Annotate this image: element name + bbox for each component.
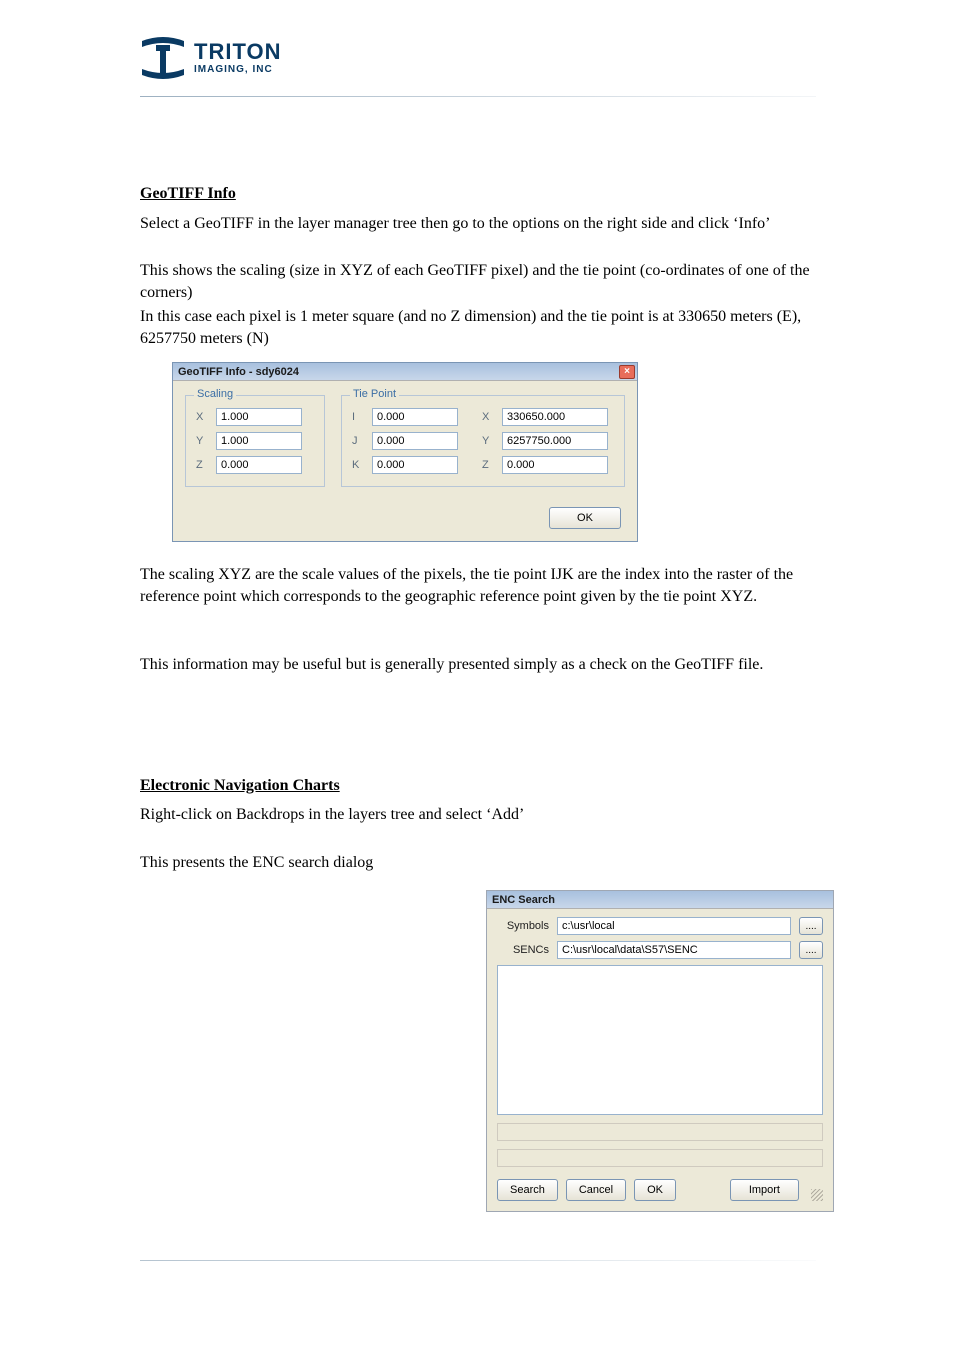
- scaling-group: Scaling X Y Z: [185, 395, 325, 487]
- enc-sencs-label: SENCs: [497, 944, 549, 956]
- para-enc-2: This presents the ENC search dialog: [140, 852, 820, 874]
- tiepoint-row-j: J: [352, 432, 458, 450]
- para-geotiff-3: In this case each pixel is 1 meter squar…: [140, 306, 820, 349]
- scaling-z-input[interactable]: [216, 456, 302, 474]
- heading-geotiff-info: GeoTIFF Info: [140, 183, 236, 205]
- enc-status-field-1: [497, 1123, 823, 1141]
- tiepoint-x-input[interactable]: [502, 408, 608, 426]
- enc-symbols-row: Symbols ....: [497, 917, 823, 935]
- scaling-x-input[interactable]: [216, 408, 302, 426]
- label-x2: X: [482, 411, 494, 423]
- para-geotiff-2: This shows the scaling (size in XYZ of e…: [140, 260, 820, 303]
- label-x: X: [196, 411, 208, 423]
- enc-titlebar: ENC Search: [487, 891, 833, 909]
- logo-line2: IMAGING, INC: [194, 65, 281, 75]
- logo-line1: TRITON: [194, 41, 281, 63]
- tiepoint-row-x: X: [482, 408, 608, 426]
- label-k: K: [352, 459, 364, 471]
- geotiff-titlebar: GeoTIFF Info - sdy6024 ×: [173, 363, 637, 381]
- tiepoint-y-input[interactable]: [502, 432, 608, 450]
- enc-cancel-button[interactable]: Cancel: [566, 1179, 626, 1201]
- enc-import-button[interactable]: Import: [730, 1179, 799, 1201]
- geotiff-title: GeoTIFF Info - sdy6024: [175, 366, 299, 378]
- tiepoint-i-input[interactable]: [372, 408, 458, 426]
- label-z: Z: [196, 459, 208, 471]
- enc-sencs-row: SENCs ....: [497, 941, 823, 959]
- tiepoint-row-i: I: [352, 408, 458, 426]
- heading-enc: Electronic Navigation Charts: [140, 775, 340, 797]
- tiepoint-row-z: Z: [482, 456, 608, 474]
- enc-title: ENC Search: [492, 894, 555, 906]
- enc-symbols-label: Symbols: [497, 920, 549, 932]
- label-z2: Z: [482, 459, 494, 471]
- footer-divider: [140, 1260, 816, 1261]
- close-icon[interactable]: ×: [619, 365, 635, 379]
- enc-results-list[interactable]: [497, 965, 823, 1115]
- geotiff-ok-button[interactable]: OK: [549, 507, 621, 529]
- enc-search-dialog: ENC Search Symbols .... SENCs .... Searc…: [486, 890, 834, 1212]
- tiepoint-legend: Tie Point: [350, 388, 399, 400]
- scaling-row-x: X: [196, 408, 302, 426]
- enc-symbols-browse-button[interactable]: ....: [799, 917, 823, 935]
- tiepoint-k-input[interactable]: [372, 456, 458, 474]
- enc-status-field-2: [497, 1149, 823, 1167]
- label-j: J: [352, 435, 364, 447]
- logo-text: TRITON IMAGING, INC: [194, 41, 281, 75]
- para-geotiff-1: Select a GeoTIFF in the layer manager tr…: [140, 213, 820, 235]
- label-y: Y: [196, 435, 208, 447]
- scaling-legend: Scaling: [194, 388, 236, 400]
- enc-search-button[interactable]: Search: [497, 1179, 558, 1201]
- enc-button-row: Search Cancel OK Import: [497, 1179, 823, 1201]
- tiepoint-row-k: K: [352, 456, 458, 474]
- enc-ok-button[interactable]: OK: [634, 1179, 676, 1201]
- scaling-y-input[interactable]: [216, 432, 302, 450]
- para-enc-1: Right-click on Backdrops in the layers t…: [140, 804, 820, 826]
- para-geotiff-4: The scaling XYZ are the scale values of …: [140, 564, 820, 607]
- resize-grip-icon[interactable]: [811, 1189, 823, 1201]
- tiepoint-row-y: Y: [482, 432, 608, 450]
- label-i: I: [352, 411, 364, 423]
- geotiff-info-dialog: GeoTIFF Info - sdy6024 × Scaling X Y Z: [172, 362, 638, 542]
- label-y2: Y: [482, 435, 494, 447]
- tiepoint-z-input[interactable]: [502, 456, 608, 474]
- logo-mark: [140, 35, 186, 81]
- scaling-row-z: Z: [196, 456, 302, 474]
- tiepoint-j-input[interactable]: [372, 432, 458, 450]
- enc-sencs-input[interactable]: [557, 941, 791, 959]
- enc-symbols-input[interactable]: [557, 917, 791, 935]
- header-divider: [140, 96, 816, 97]
- scaling-row-y: Y: [196, 432, 302, 450]
- tiepoint-group: Tie Point I J K X: [341, 395, 625, 487]
- para-geotiff-5: This information may be useful but is ge…: [140, 654, 820, 676]
- brand-logo: TRITON IMAGING, INC: [140, 30, 310, 86]
- enc-sencs-browse-button[interactable]: ....: [799, 941, 823, 959]
